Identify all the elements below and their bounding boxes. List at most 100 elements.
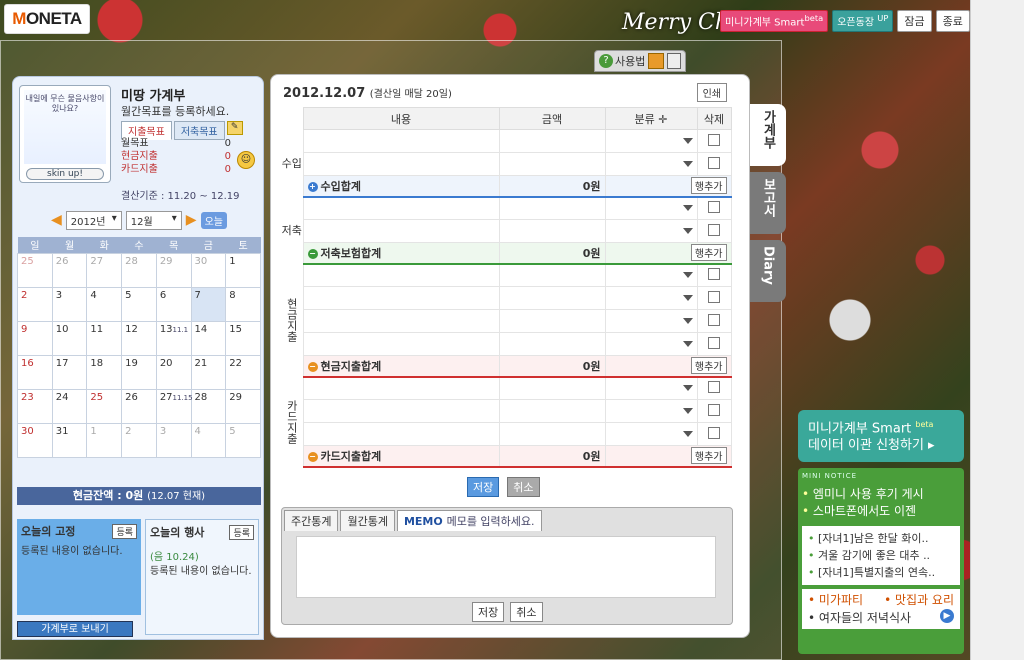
category-select[interactable]: [604, 309, 698, 333]
prev-month-icon[interactable]: ◀: [51, 212, 62, 228]
calendar-day[interactable]: 4: [86, 286, 123, 322]
tab-weekly-stats[interactable]: 주간통계: [284, 510, 339, 531]
category-select[interactable]: [604, 422, 698, 446]
calendar-day[interactable]: 6: [155, 286, 192, 322]
calendar-day-holiday[interactable]: 25: [86, 388, 123, 424]
tab-monthly-stats[interactable]: 월간통계: [340, 510, 395, 531]
calendar-day[interactable]: 25: [17, 252, 53, 288]
delete-checkbox[interactable]: [696, 286, 732, 310]
amount-input[interactable]: [498, 152, 606, 176]
notice-link[interactable]: • 미가파티: [808, 591, 863, 609]
delete-checkbox[interactable]: [696, 129, 732, 153]
moneta-logo[interactable]: M ONETA: [4, 4, 90, 34]
calendar-day[interactable]: 23: [17, 388, 53, 424]
memo-cancel-button[interactable]: 취소: [510, 602, 543, 622]
calendar-day[interactable]: 2: [121, 422, 157, 458]
category-select[interactable]: [604, 152, 698, 176]
next-icon[interactable]: ▶: [940, 609, 954, 623]
notice-item[interactable]: 겨울 감기에 좋은 대추 ..: [808, 547, 954, 564]
calendar-day[interactable]: 15: [225, 320, 261, 356]
calendar-day[interactable]: 10: [51, 320, 88, 356]
exit-button[interactable]: 종료: [935, 10, 970, 32]
open-link[interactable]: 오픈동장 UP: [832, 10, 894, 32]
calendar-day[interactable]: 28: [121, 252, 157, 288]
delete-checkbox[interactable]: [696, 422, 732, 446]
calendar-day[interactable]: 1: [225, 252, 261, 288]
content-input[interactable]: [302, 399, 500, 423]
calendar-day[interactable]: 3: [155, 422, 192, 458]
delete-checkbox[interactable]: [696, 309, 732, 333]
calendar-day[interactable]: 26: [51, 252, 88, 288]
category-select[interactable]: [604, 286, 698, 310]
calendar-day[interactable]: 1311.1: [155, 320, 192, 356]
send-to-ledger-button[interactable]: 가계부로 보내기: [17, 621, 133, 637]
category-select[interactable]: [604, 129, 698, 153]
content-input[interactable]: [302, 422, 500, 446]
content-input[interactable]: [302, 196, 500, 220]
notice-link[interactable]: 스마트폰에서도 이젠: [802, 503, 960, 520]
content-input[interactable]: [302, 376, 500, 400]
notice-item[interactable]: [자녀1]남은 한달 화이..: [808, 530, 954, 547]
edit-icon[interactable]: ✎: [226, 121, 243, 135]
amount-input[interactable]: [498, 399, 606, 423]
calendar-day[interactable]: 28: [190, 388, 227, 424]
delete-checkbox[interactable]: [696, 332, 732, 356]
calendar-day[interactable]: 18: [86, 354, 123, 390]
calendar-day-selected[interactable]: 7: [190, 286, 227, 322]
calendar-day[interactable]: 4: [190, 422, 227, 458]
calendar-day[interactable]: 29: [225, 388, 261, 424]
calendar-day[interactable]: 16: [17, 354, 53, 390]
category-select[interactable]: [604, 196, 698, 220]
memo-textarea[interactable]: [296, 536, 716, 598]
calendar-day[interactable]: 24: [51, 388, 88, 424]
goal-desc[interactable]: 월간목표를 등록하세요.: [121, 103, 229, 119]
calendar-day[interactable]: 2711.15: [155, 388, 193, 424]
calendar-day[interactable]: 1: [86, 422, 123, 458]
content-input[interactable]: [302, 129, 500, 153]
category-select[interactable]: [604, 376, 698, 400]
calendar-day[interactable]: 14: [190, 320, 227, 356]
notice-link[interactable]: • 맛집과 요리: [884, 591, 954, 609]
category-select[interactable]: [604, 332, 698, 356]
calendar-day[interactable]: 22: [225, 354, 261, 390]
content-input[interactable]: [302, 219, 500, 243]
calendar-day[interactable]: 2: [17, 286, 53, 322]
category-select[interactable]: [604, 399, 698, 423]
category-select[interactable]: [604, 219, 698, 243]
tab-memo[interactable]: MEMO 메모를 입력하세요.: [396, 510, 542, 531]
smart-promo-banner[interactable]: 미니가계부 Smart beta 데이터 이관 신청하기 ▸: [798, 410, 964, 462]
add-row-button[interactable]: 행추가: [690, 357, 727, 375]
add-row-button[interactable]: 행추가: [690, 244, 727, 262]
fixed-register-button[interactable]: 등록: [112, 523, 137, 539]
content-input[interactable]: [302, 286, 500, 310]
calendar-day[interactable]: 21: [190, 354, 227, 390]
delete-checkbox[interactable]: [696, 219, 732, 243]
delete-checkbox[interactable]: [696, 196, 732, 220]
month-select[interactable]: 12월 ▾: [125, 210, 182, 230]
calendar-day[interactable]: 5: [225, 422, 261, 458]
save-button[interactable]: 저장: [467, 477, 500, 497]
today-button[interactable]: 오늘: [200, 211, 227, 229]
add-row-button[interactable]: 행추가: [690, 447, 727, 465]
calendar-day[interactable]: 17: [51, 354, 88, 390]
delete-checkbox[interactable]: [696, 263, 732, 287]
year-select[interactable]: 2012년 ▾: [65, 210, 122, 230]
skin-up-button[interactable]: skin up!: [26, 168, 104, 180]
calendar-day[interactable]: 19: [121, 354, 157, 390]
delete-checkbox[interactable]: [696, 399, 732, 423]
amount-input[interactable]: [498, 263, 606, 287]
amount-input[interactable]: [498, 309, 606, 333]
calendar-day[interactable]: 3: [51, 286, 88, 322]
cancel-button[interactable]: 취소: [507, 477, 540, 497]
memo-save-button[interactable]: 저장: [472, 602, 505, 622]
notice-link[interactable]: • 여자들의 저녁식사: [808, 609, 911, 627]
calendar-day[interactable]: 30: [190, 252, 227, 288]
amount-input[interactable]: [498, 376, 606, 400]
print-button[interactable]: 인쇄: [696, 83, 727, 102]
content-input[interactable]: [302, 263, 500, 287]
content-input[interactable]: [302, 309, 500, 333]
event-register-button[interactable]: 등록: [229, 524, 254, 540]
amount-input[interactable]: [498, 286, 606, 310]
amount-input[interactable]: [498, 219, 606, 243]
content-input[interactable]: [302, 152, 500, 176]
